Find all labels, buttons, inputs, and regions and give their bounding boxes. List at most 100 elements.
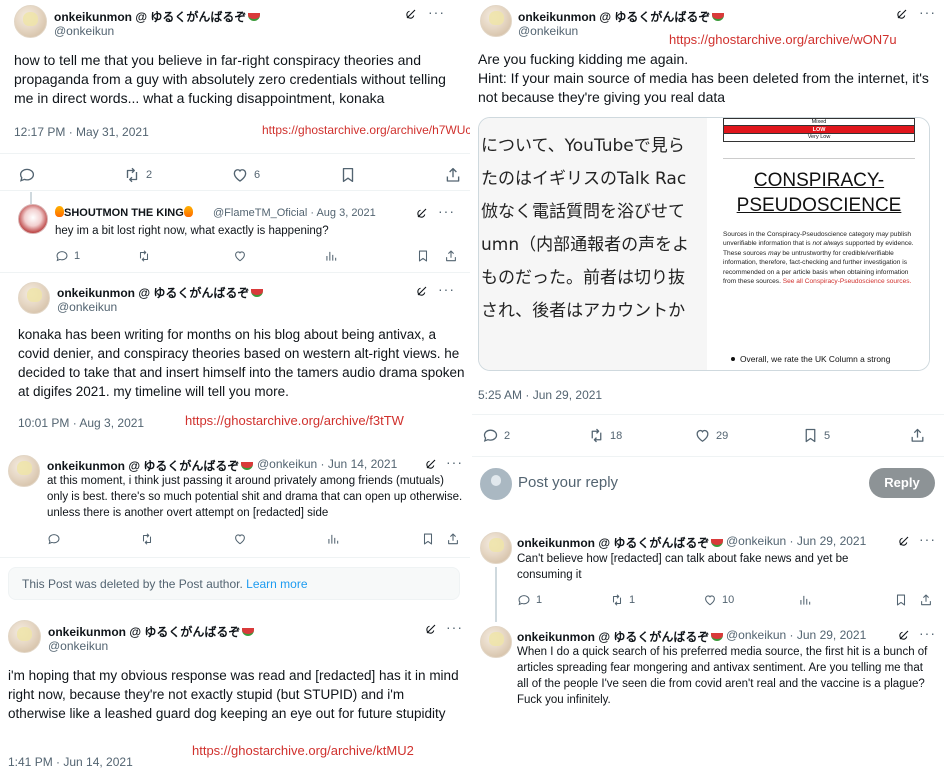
author-name[interactable]: SHOUTMON THE KING [55, 206, 193, 219]
retweet-icon [588, 427, 605, 444]
tweet-timestamp[interactable]: 10:01 PM · Aug 3, 2021 [18, 416, 144, 430]
retweet-button[interactable] [140, 532, 154, 546]
share-button[interactable] [446, 532, 460, 546]
retweet-icon [123, 166, 141, 184]
japanese-text-line: され、後者はアカウントか [481, 301, 686, 321]
like-button[interactable]: 10 [703, 593, 734, 607]
tweet-timestamp[interactable]: 5:25 AM · Jun 29, 2021 [478, 388, 602, 402]
avatar[interactable] [18, 282, 50, 314]
share-button[interactable] [919, 593, 933, 607]
author-handle[interactable]: @onkeikun · Jun 14, 2021 [257, 457, 397, 471]
thread-line [495, 567, 497, 622]
grok-icon[interactable] [425, 623, 437, 635]
share-icon [446, 532, 460, 546]
grok-icon[interactable] [896, 8, 908, 20]
bookmark-button[interactable] [416, 249, 430, 263]
author-name[interactable]: onkeikunmon @ ゆるくがんばるぞ [517, 628, 724, 645]
watermelon-icon [711, 539, 724, 547]
views-button[interactable] [326, 532, 340, 546]
conspiracy-sources-link[interactable]: See all Conspiracy-Pseudoscience sources… [783, 278, 912, 285]
tweet-text: i'm hoping that my obvious response was … [8, 668, 459, 721]
japanese-article-image: について、YouTubeで見ら たのはイギリスのTalk Rac 倣なく電話質問を浴… [479, 118, 707, 370]
like-button[interactable] [233, 249, 247, 263]
reply-button[interactable] [18, 166, 36, 184]
retweet-button[interactable] [137, 249, 151, 263]
watermelon-icon [711, 633, 724, 641]
avatar[interactable] [18, 204, 48, 234]
avatar[interactable] [480, 532, 512, 564]
avatar[interactable] [480, 5, 512, 37]
heart-icon [703, 593, 717, 607]
tweet-timestamp[interactable]: 1:41 PM · Jun 14, 2021 [8, 755, 133, 769]
author-handle[interactable]: @onkeikun [57, 300, 117, 314]
retweet-button[interactable]: 18 [588, 427, 622, 444]
retweet-button[interactable]: 1 [610, 593, 635, 607]
like-button[interactable]: 6 [231, 166, 260, 184]
bookmark-count: 5 [824, 429, 831, 442]
grok-icon[interactable] [898, 629, 910, 641]
tweet-panel-media-card: onkeikunmon @ ゆるくがんばるぞ @onkeikun ··· htt… [472, 0, 944, 515]
views-button[interactable] [324, 249, 338, 263]
avatar[interactable] [8, 620, 41, 653]
more-options-icon[interactable]: ··· [919, 531, 936, 547]
author-name[interactable]: onkeikunmon @ ゆるくがんばるぞ [517, 534, 724, 551]
japanese-text-line: ものだった。前者は切り抜 [481, 268, 685, 288]
bookmark-button[interactable] [894, 593, 908, 607]
avatar[interactable] [480, 626, 512, 658]
author-handle[interactable]: @onkeikun · Jun 29, 2021 [726, 534, 866, 548]
author-handle[interactable]: @onkeikun [518, 24, 578, 38]
bookmark-button[interactable]: 5 [802, 427, 830, 444]
author-name[interactable]: onkeikunmon @ ゆるくがんばるぞ [47, 457, 254, 474]
rating-table: Mixed LOW Very Low [723, 118, 915, 142]
views-button[interactable] [798, 593, 812, 607]
learn-more-link[interactable]: Learn more [246, 577, 307, 591]
author-handle[interactable]: @onkeikun [54, 24, 114, 38]
reply-button[interactable]: Reply [869, 468, 935, 498]
retweet-icon [610, 593, 624, 607]
reply-icon [18, 166, 36, 184]
bookmark-button[interactable] [421, 532, 435, 546]
grok-icon[interactable] [405, 8, 417, 20]
reply-count: 2 [504, 429, 511, 442]
author-handle[interactable]: @FlameTM_Oficial · Aug 3, 2021 [213, 207, 376, 219]
reply-button[interactable]: 1 [55, 249, 80, 263]
reply-button[interactable] [47, 532, 61, 546]
grok-icon[interactable] [416, 207, 428, 219]
reply-input[interactable]: Post your reply [518, 474, 618, 491]
share-button[interactable] [444, 249, 458, 263]
media-card[interactable]: について、YouTubeで見ら たのはイギリスのTalk Rac 倣なく電話質問を浴… [478, 117, 930, 371]
reply-button[interactable]: 1 [517, 593, 542, 607]
avatar[interactable] [8, 455, 40, 487]
like-button[interactable] [233, 532, 247, 546]
more-options-icon[interactable]: ··· [919, 4, 936, 20]
bookmark-button[interactable] [339, 166, 357, 184]
author-name[interactable]: onkeikunmon @ ゆるくがんばるぞ [518, 8, 725, 25]
more-options-icon[interactable]: ··· [428, 4, 445, 20]
author-handle[interactable]: @onkeikun · Jun 29, 2021 [726, 628, 866, 642]
share-button[interactable] [444, 166, 462, 184]
thread-line [30, 192, 32, 204]
more-options-icon[interactable]: ··· [919, 625, 936, 641]
more-options-icon[interactable]: ··· [438, 203, 455, 219]
like-button[interactable]: 29 [694, 427, 728, 444]
more-options-icon[interactable]: ··· [446, 454, 463, 470]
author-name[interactable]: onkeikunmon @ ゆるくがんばるぞ [54, 8, 261, 25]
avatar[interactable] [14, 5, 47, 38]
share-button[interactable] [909, 427, 926, 444]
retweet-button[interactable]: 2 [123, 166, 152, 184]
reply-count: 1 [536, 594, 543, 606]
japanese-text-block: について、YouTubeで見ら たのはイギリスのTalk Rac 倣なく電話質問を浴… [481, 130, 689, 328]
tweet-text: Can't believe how [redacted] can talk ab… [517, 553, 849, 581]
more-options-icon[interactable]: ··· [438, 281, 455, 297]
reply-button[interactable]: 2 [482, 427, 510, 444]
tweet-text-line1: Are you fucking kidding me again. [478, 51, 689, 67]
tweet-timestamp[interactable]: 12:17 PM · May 31, 2021 [14, 125, 149, 139]
author-handle[interactable]: @onkeikun [48, 639, 108, 653]
grok-icon[interactable] [898, 535, 910, 547]
author-name[interactable]: onkeikunmon @ ゆるくがんばるぞ [57, 284, 264, 301]
bookmark-icon [894, 593, 908, 607]
grok-icon[interactable] [425, 458, 437, 470]
author-name[interactable]: onkeikunmon @ ゆるくがんばるぞ [48, 623, 255, 640]
more-options-icon[interactable]: ··· [446, 619, 463, 635]
grok-icon[interactable] [416, 285, 428, 297]
